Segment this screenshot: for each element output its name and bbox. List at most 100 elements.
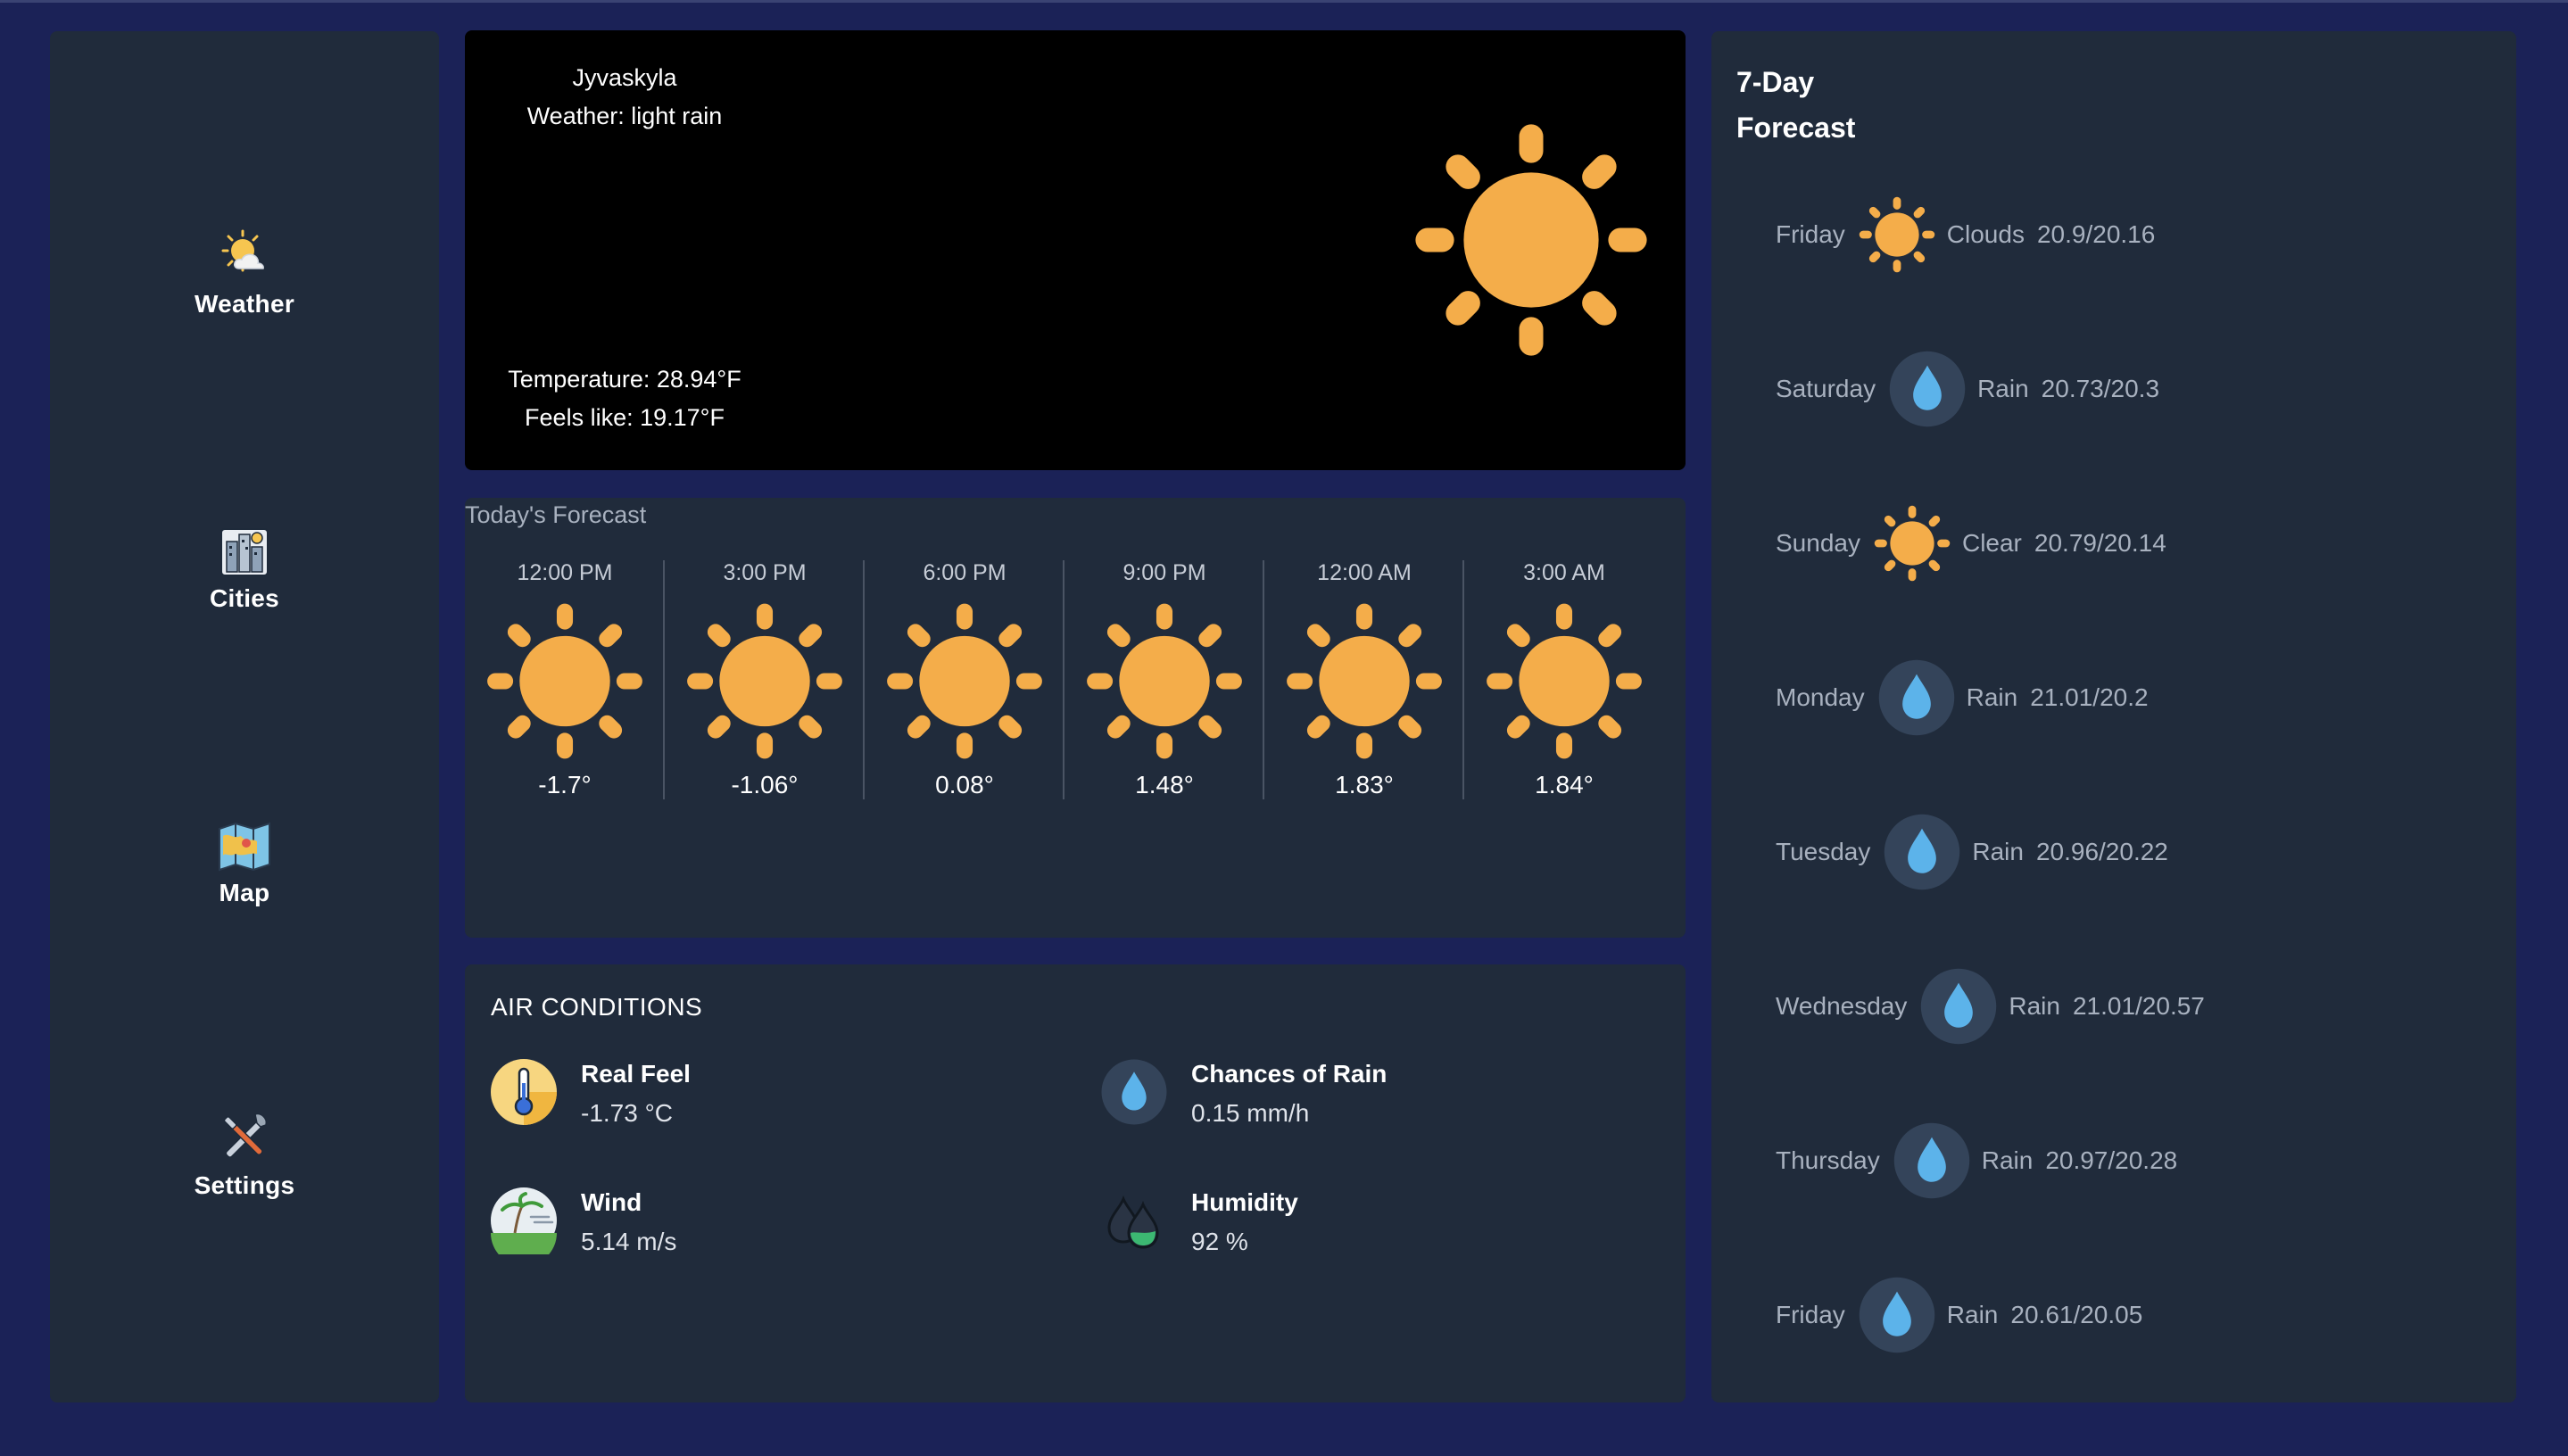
day-name: Wednesday — [1776, 992, 1908, 1020]
air-value: 5.14 m/s — [581, 1228, 677, 1255]
weather-icon — [221, 229, 264, 272]
hour-temperature: 1.48° — [1135, 771, 1194, 798]
current-weather-card: Jyvaskyla Weather: light rain Temperatur… — [465, 30, 1686, 470]
sidebar-item-settings[interactable]: Settings — [50, 1109, 439, 1225]
sun-icon — [1873, 504, 1951, 583]
hour-time: 9:00 PM — [1122, 560, 1206, 585]
cities-icon — [220, 528, 269, 576]
sidebar: Weather Cities Map Settings — [50, 31, 439, 1402]
air-label: Humidity — [1191, 1188, 1298, 1216]
daily-forecast-row: Friday Clouds 20.9/20.16 — [1776, 194, 2155, 275]
day-name: Sunday — [1776, 529, 1860, 557]
day-name: Thursday — [1776, 1146, 1880, 1174]
sidebar-item-map[interactable]: Map — [50, 816, 439, 932]
temperature: Temperature: 28.94°F — [508, 366, 741, 393]
title-line: 7-Day — [1736, 66, 1815, 98]
sidebar-item-weather[interactable]: Weather — [50, 228, 439, 343]
real-feel-item: Real Feel -1.73 °C — [490, 1058, 1025, 1138]
title-line: Forecast — [1736, 112, 1856, 144]
air-value: -1.73 °C — [581, 1099, 674, 1127]
raindrop-icon — [1883, 813, 1961, 891]
hour-time: 12:00 PM — [517, 560, 613, 585]
top-border — [0, 0, 2568, 3]
hourly-forecast-item: 3:00 AM 1.84° — [1464, 558, 1664, 799]
day-condition: Rain — [1946, 1301, 1999, 1328]
air-value: 92 % — [1191, 1228, 1248, 1255]
sidebar-item-cities[interactable]: Cities — [50, 522, 439, 638]
sun-icon — [683, 600, 846, 762]
wind-icon — [491, 1187, 557, 1254]
day-temperatures: 20.96/20.22 — [2035, 838, 2168, 865]
day-temperatures: 20.73/20.3 — [2041, 375, 2160, 402]
hour-temperature: 1.84° — [1535, 771, 1594, 798]
day-condition: Rain — [1972, 838, 2024, 865]
settings-icon — [223, 1113, 268, 1158]
daily-forecast-row: Monday Rain 21.01/20.2 — [1776, 658, 2149, 738]
hour-time: 12:00 AM — [1317, 560, 1412, 585]
hourly-forecast-item: 6:00 PM 0.08° — [865, 558, 1064, 799]
sidebar-item-label: Weather — [194, 290, 295, 318]
hour-temperature: 0.08° — [935, 771, 994, 798]
sun-icon — [1858, 195, 1936, 274]
feels-like: Feels like: 19.17°F — [525, 404, 725, 431]
raindrop-icon — [1919, 967, 1998, 1046]
hourly-forecast-item: 12:00 PM -1.7° — [465, 558, 665, 799]
humidity-item: Humidity 92 % — [1100, 1187, 1636, 1267]
hourly-forecast-item: 3:00 PM -1.06° — [665, 558, 865, 799]
air-label: Real Feel — [581, 1060, 691, 1088]
day-condition: Rain — [2009, 992, 2060, 1020]
thermometer-icon — [491, 1059, 557, 1125]
map-icon — [219, 822, 270, 872]
day-name: Monday — [1776, 683, 1865, 711]
day-name: Tuesday — [1776, 838, 1871, 865]
sun-icon — [883, 600, 1046, 762]
hourly-forecast-item: 12:00 AM 1.83° — [1264, 558, 1464, 799]
daily-forecast-row: Wednesday Rain 21.01/20.57 — [1776, 966, 2205, 1046]
day-temperatures: 20.97/20.28 — [2045, 1146, 2178, 1174]
daily-forecast-row: Saturday Rain 20.73/20.3 — [1776, 349, 2159, 429]
sun-icon — [1411, 120, 1652, 360]
daily-forecast-row: Friday Rain 20.61/20.05 — [1776, 1275, 2142, 1355]
day-name: Friday — [1776, 220, 1845, 248]
day-condition: Clear — [1961, 529, 2022, 557]
sun-icon — [1083, 600, 1246, 762]
hour-time: 3:00 PM — [723, 560, 807, 585]
hour-time: 3:00 AM — [1523, 560, 1605, 585]
air-label: Wind — [581, 1188, 642, 1216]
wind-item: Wind 5.14 m/s — [490, 1187, 1025, 1267]
hourly-forecast-item: 9:00 PM 1.48° — [1064, 558, 1264, 799]
air-conditions-panel: AIR CONDITIONS Real Feel -1.73 °C Chance… — [465, 964, 1686, 1402]
daily-forecast-row: Thursday Rain 20.97/20.28 — [1776, 1121, 2177, 1201]
section-title: AIR CONDITIONS — [491, 993, 703, 1021]
sidebar-item-label: Cities — [209, 584, 280, 612]
weather-description: Weather: light rain — [526, 103, 723, 129]
section-title: 7-Day Forecast — [1736, 60, 1855, 151]
day-name: Friday — [1776, 1301, 1845, 1328]
hour-temperature: -1.7° — [538, 771, 592, 798]
city-name: Jyvaskyla — [572, 64, 677, 91]
air-value: 0.15 mm/h — [1191, 1099, 1310, 1127]
todays-forecast-panel: Today's Forecast 12:00 PM -1.7° 3:00 PM … — [465, 498, 1686, 938]
day-temperatures: 21.01/20.2 — [2030, 683, 2149, 711]
day-temperatures: 20.9/20.16 — [2036, 220, 2156, 248]
day-condition: Rain — [1977, 375, 2029, 402]
sun-icon — [1483, 600, 1645, 762]
day-name: Saturday — [1776, 375, 1876, 402]
humidity-icon — [1107, 1195, 1159, 1249]
raindrop-icon — [1893, 1121, 1971, 1200]
raindrop-icon — [1858, 1276, 1936, 1354]
day-temperatures: 20.79/20.14 — [2034, 529, 2166, 557]
sidebar-item-label: Map — [219, 879, 270, 906]
section-title: Today's Forecast — [465, 501, 647, 528]
day-temperatures: 21.01/20.57 — [2072, 992, 2205, 1020]
raindrop-icon — [1100, 1058, 1168, 1126]
hour-time: 6:00 PM — [923, 560, 1006, 585]
sun-icon — [1283, 600, 1446, 762]
sun-icon — [484, 600, 646, 762]
raindrop-icon — [1888, 350, 1967, 428]
daily-forecast-row: Sunday Clear 20.79/20.14 — [1776, 503, 2166, 583]
raindrop-icon — [1877, 658, 1956, 737]
daily-forecast-row: Tuesday Rain 20.96/20.22 — [1776, 812, 2168, 892]
day-condition: Rain — [1981, 1146, 2034, 1174]
day-condition: Clouds — [1946, 220, 2025, 248]
